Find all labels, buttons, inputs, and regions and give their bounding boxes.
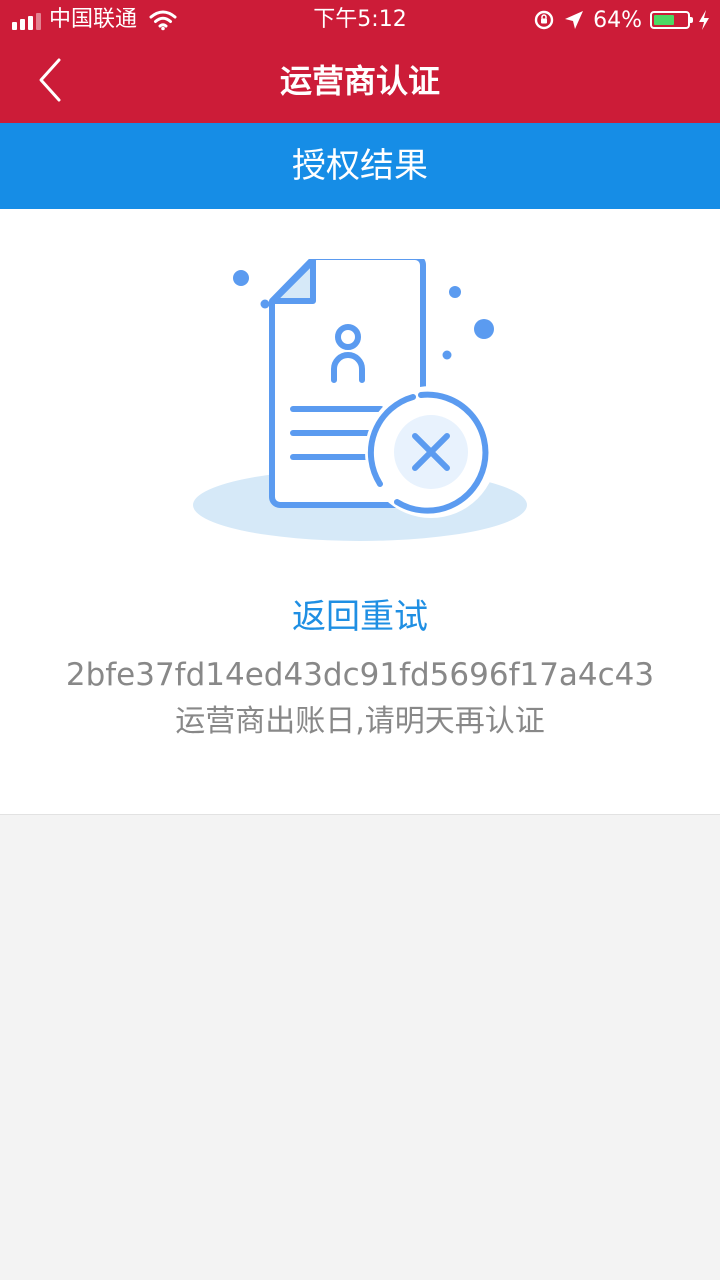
rotation-lock-icon bbox=[534, 10, 554, 30]
status-bar: 中国联通 下午5:12 64% bbox=[0, 0, 720, 40]
document-error-icon bbox=[193, 259, 527, 541]
section-header: 授权结果 bbox=[0, 123, 720, 209]
page-title: 运营商认证 bbox=[279, 62, 440, 100]
battery-icon bbox=[650, 11, 693, 29]
charging-icon bbox=[699, 10, 709, 30]
error-message: 运营商出账日,请明天再认证 bbox=[175, 704, 545, 739]
result-card: 返回重试 2bfe37fd14ed43dc91fd5696f17a4c43 运营… bbox=[0, 209, 720, 815]
battery-fill bbox=[654, 15, 674, 25]
location-icon bbox=[565, 11, 584, 29]
battery-percent: 64% bbox=[593, 7, 642, 33]
retry-button[interactable]: 返回重试 bbox=[0, 593, 720, 641]
status-bar-right: 64% bbox=[533, 0, 710, 40]
nav-bar: 运营商认证 bbox=[0, 40, 720, 123]
error-code: 2bfe37fd14ed43dc91fd5696f17a4c43 bbox=[65, 657, 655, 693]
